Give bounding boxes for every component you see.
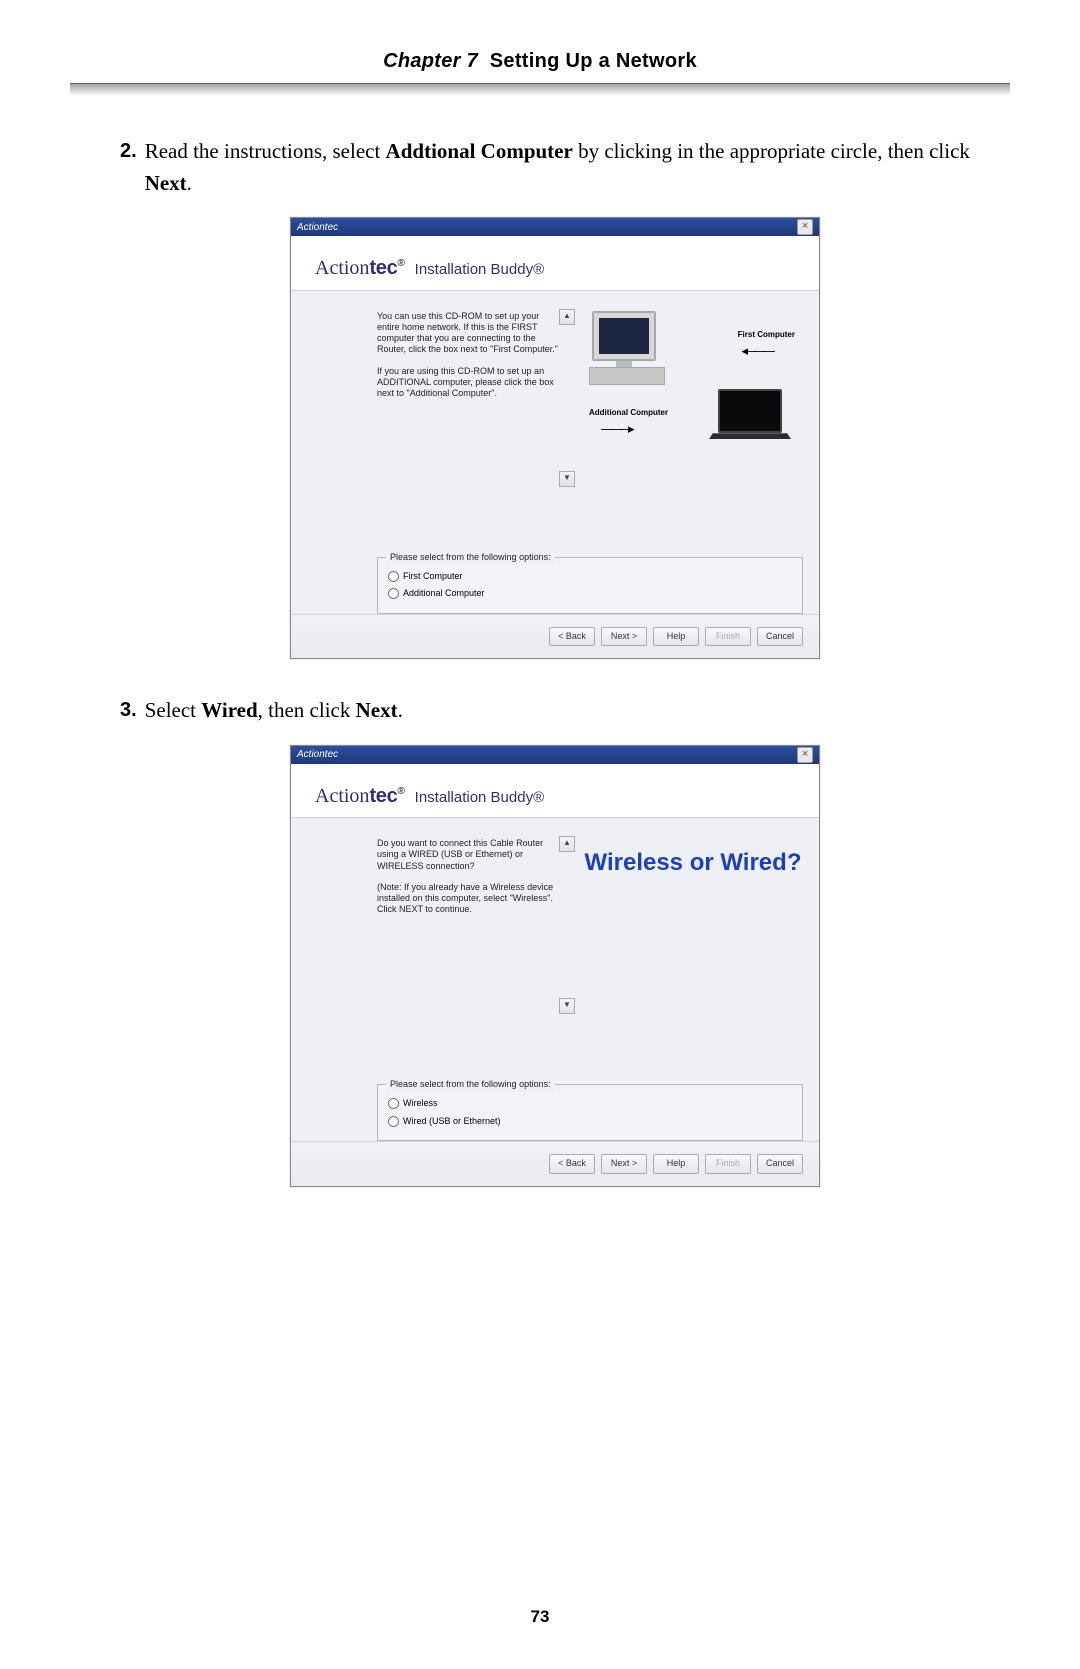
finish-button: Finish: [705, 627, 751, 647]
step-text: Read the instructions, select Addtional …: [145, 136, 990, 199]
laptop-icon: [711, 389, 789, 445]
scroll-up-icon[interactable]: ▲: [559, 836, 575, 852]
back-button[interactable]: < Back: [549, 1154, 595, 1174]
options-group: Please select from the following options…: [377, 557, 803, 614]
dialog-titlebar: Actiontec ×: [291, 218, 819, 236]
radio-first-computer[interactable]: First Computer: [388, 570, 792, 584]
chapter-title: Setting Up a Network: [490, 50, 697, 72]
close-icon[interactable]: ×: [797, 747, 813, 763]
next-button[interactable]: Next >: [601, 1154, 647, 1174]
step-2: 2. Read the instructions, select Addtion…: [120, 136, 990, 659]
options-legend: Please select from the following options…: [386, 1078, 555, 1092]
label-first-computer: First Computer: [738, 329, 795, 341]
dialog-button-bar: < Back Next > Help Finish Cancel: [291, 614, 819, 659]
titlebar-text: Actiontec: [297, 220, 338, 235]
arrow-left-icon: ◂———: [741, 341, 771, 361]
scroll-down-icon[interactable]: ▼: [559, 471, 575, 487]
radio-additional-computer[interactable]: Additional Computer: [388, 587, 792, 601]
desktop-pc-icon: [589, 311, 659, 385]
radio-input[interactable]: [388, 588, 399, 599]
step-number: 2.: [120, 136, 137, 199]
help-button[interactable]: Help: [653, 1154, 699, 1174]
cancel-button[interactable]: Cancel: [757, 1154, 803, 1174]
step-text: Select Wired, then click Next.: [145, 695, 990, 727]
close-icon[interactable]: ×: [797, 219, 813, 235]
titlebar-text: Actiontec: [297, 747, 338, 762]
page-number: 73: [70, 1607, 1010, 1627]
dialog-brand: Actiontec® Installation Buddy®: [291, 236, 819, 291]
cancel-button[interactable]: Cancel: [757, 627, 803, 647]
dialog-wired-wireless: Actiontec × Actiontec® Installation Budd…: [290, 745, 820, 1187]
next-button[interactable]: Next >: [601, 627, 647, 647]
arrow-right-icon: ———▸: [601, 419, 631, 439]
dialog-instructions: ▲ You can use this CD-ROM to set up your…: [377, 311, 573, 531]
radio-input[interactable]: [388, 1098, 399, 1109]
dialog-illustration: First Computer ◂——— Additional Computer …: [583, 311, 803, 531]
dialog-additional-computer: Actiontec × Actiontec® Installation Budd…: [290, 217, 820, 659]
radio-wired[interactable]: Wired (USB or Ethernet): [388, 1115, 792, 1129]
dialog-instructions: ▲ Do you want to connect this Cable Rout…: [377, 838, 573, 1058]
dialog-button-bar: < Back Next > Help Finish Cancel: [291, 1141, 819, 1186]
step-3: 3. Select Wired, then click Next. Action…: [120, 695, 990, 1187]
radio-wireless[interactable]: Wireless: [388, 1097, 792, 1111]
help-button[interactable]: Help: [653, 627, 699, 647]
scroll-down-icon[interactable]: ▼: [559, 998, 575, 1014]
options-group: Please select from the following options…: [377, 1084, 803, 1141]
dialog-brand: Actiontec® Installation Buddy®: [291, 764, 819, 819]
wireless-or-wired-heading: Wireless or Wired?: [583, 848, 803, 878]
instruction-list: 2. Read the instructions, select Addtion…: [80, 136, 1010, 1187]
radio-input[interactable]: [388, 571, 399, 582]
finish-button: Finish: [705, 1154, 751, 1174]
chapter-number: Chapter 7: [383, 50, 478, 72]
chapter-header: Chapter 7 Setting Up a Network: [70, 50, 1010, 73]
header-rule: [70, 83, 1010, 96]
radio-input[interactable]: [388, 1116, 399, 1127]
options-legend: Please select from the following options…: [386, 551, 555, 565]
back-button[interactable]: < Back: [549, 627, 595, 647]
dialog-titlebar: Actiontec ×: [291, 746, 819, 764]
scroll-up-icon[interactable]: ▲: [559, 309, 575, 325]
label-additional-computer: Additional Computer: [589, 407, 668, 419]
step-number: 3.: [120, 695, 137, 727]
